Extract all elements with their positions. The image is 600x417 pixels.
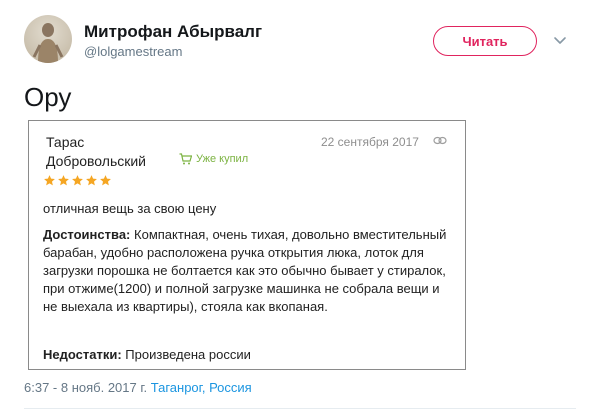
display-name[interactable]: Митрофан Абырвалг bbox=[84, 22, 262, 42]
tweet-text: Ору bbox=[24, 82, 72, 112]
user-handle[interactable]: @lolgamestream bbox=[84, 44, 182, 59]
review-screenshot: Тарас Добровольский Уже купил 22 сентябр… bbox=[28, 120, 466, 370]
purchased-badge: Уже купил bbox=[179, 153, 248, 165]
location-separator: , bbox=[201, 380, 206, 395]
reviewer-name: Тарас Добровольский bbox=[46, 133, 146, 171]
cart-icon bbox=[179, 153, 192, 165]
link-icon bbox=[433, 136, 447, 145]
review-title: отличная вещь за свою цену bbox=[43, 201, 217, 216]
chevron-down-icon[interactable] bbox=[550, 30, 570, 50]
reviewer-last-name: Добровольский bbox=[46, 153, 147, 169]
rating-stars bbox=[43, 174, 112, 187]
follow-button[interactable]: Читать bbox=[433, 26, 537, 56]
avatar[interactable] bbox=[24, 15, 72, 63]
reviewer-first-name: Тарас bbox=[46, 134, 85, 150]
pros-label: Достоинства: bbox=[43, 227, 131, 242]
divider bbox=[24, 408, 576, 409]
cons-label: Недостатки: bbox=[43, 347, 122, 362]
review-cons: Недостатки: Произведена россии bbox=[43, 347, 251, 362]
star-icon bbox=[58, 175, 69, 186]
tweet-timestamp: 6:37 - 8 нояб. 2017 г. Таганрог, Россия bbox=[24, 380, 252, 395]
timestamp-text[interactable]: 6:37 - 8 нояб. 2017 г. bbox=[24, 380, 147, 395]
star-icon bbox=[100, 175, 111, 186]
review-date: 22 сентября 2017 bbox=[321, 135, 419, 149]
star-icon bbox=[72, 175, 83, 186]
review-pros: Достоинства: Компактная, очень тихая, до… bbox=[43, 226, 448, 316]
location-country[interactable]: Россия bbox=[209, 380, 252, 395]
avatar-figure-icon bbox=[32, 23, 64, 63]
star-icon bbox=[44, 175, 55, 186]
cons-text: Произведена россии bbox=[125, 347, 251, 362]
purchased-label: Уже купил bbox=[196, 153, 249, 165]
star-icon bbox=[86, 175, 97, 186]
location-city[interactable]: Таганрог bbox=[151, 380, 202, 395]
